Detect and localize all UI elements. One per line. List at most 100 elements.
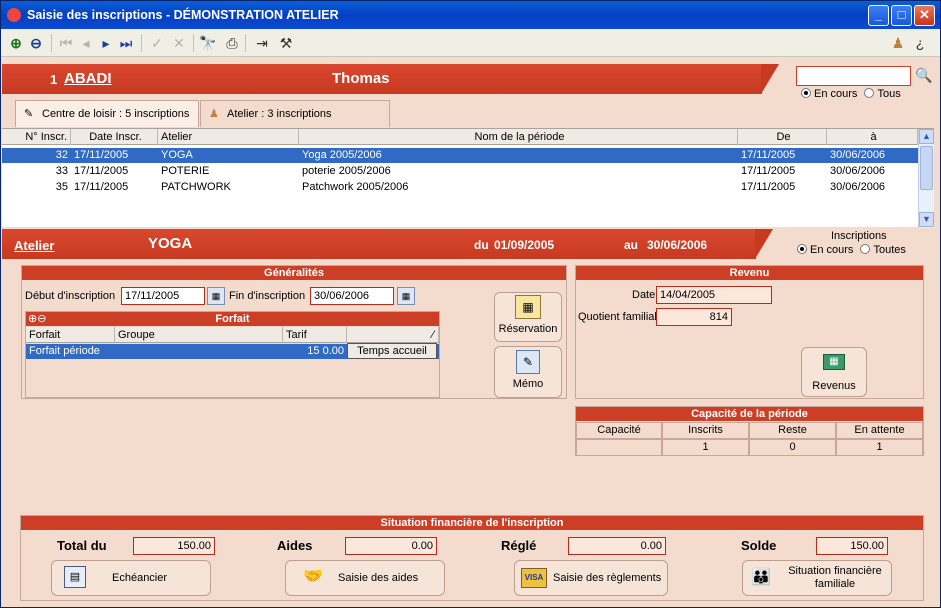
toolbar-separator — [245, 34, 246, 52]
table-row[interactable]: 35 17/11/2005 PATCHWORK Patchwork 2005/2… — [2, 180, 918, 195]
col-de[interactable]: De — [738, 129, 827, 145]
aides-input[interactable]: 0.00 — [345, 537, 437, 555]
total-input[interactable]: 150.00 — [133, 537, 215, 555]
forfait-panel: Forfait ⊕⊖ Forfait Groupe Tarif ⁄ Forfai… — [25, 311, 440, 398]
regle-input[interactable]: 0.00 — [568, 537, 666, 555]
next-record-icon[interactable]: ▸ — [97, 33, 115, 53]
atelier-name: YOGA — [148, 235, 193, 252]
col-a[interactable]: à — [827, 129, 918, 145]
col-forfait[interactable]: Forfait — [26, 327, 115, 343]
du-label: du — [474, 238, 489, 252]
reservation-button[interactable]: ▦ Réservation — [494, 292, 562, 342]
scroll-thumb[interactable] — [920, 146, 933, 190]
col-action[interactable]: ⁄ — [347, 327, 439, 343]
calculator-icon: ▦ — [823, 354, 845, 370]
validate-icon[interactable]: ✓ — [147, 33, 167, 53]
col-date[interactable]: Date Inscr. — [71, 129, 158, 145]
toolbar-separator — [141, 34, 142, 52]
family-icon: 👪 — [751, 569, 771, 586]
tools-icon[interactable]: ⚒ — [275, 33, 297, 53]
search-input[interactable] — [796, 66, 911, 86]
en-attente-value: 1 — [836, 439, 923, 456]
capacite-header: Capacité — [576, 422, 662, 439]
handshake-icon: 🤝 — [303, 568, 323, 585]
calendar-icon[interactable]: ▦ — [207, 287, 225, 305]
au-label: au — [624, 238, 639, 252]
radio-insc-current[interactable]: En cours — [797, 244, 853, 256]
person-number: 1 — [50, 72, 58, 87]
cancel-icon[interactable]: ✕ — [169, 33, 189, 53]
scroll-down-icon[interactable]: ▼ — [919, 212, 934, 227]
export-icon[interactable]: ⇥ — [251, 33, 273, 53]
col-tarif[interactable]: Tarif — [283, 327, 347, 343]
generalites-panel: Généralités Début d'inscription 17/11/20… — [21, 265, 567, 399]
search-binoculars-icon[interactable]: 🔭 — [197, 33, 219, 53]
au-date: 30/06/2006 — [647, 238, 708, 252]
table-row[interactable]: 33 17/11/2005 POTERIE poterie 2005/2006 … — [2, 164, 918, 179]
help-icon[interactable]: ¿ — [911, 33, 929, 53]
first-record-icon[interactable]: ⏮ — [57, 33, 75, 53]
solde-input[interactable]: 150.00 — [816, 537, 888, 555]
aides-label: Aides — [277, 538, 313, 553]
table-header: N° Inscr. Date Inscr. Atelier Nom de la … — [2, 129, 918, 145]
qf-label: Quotient familial — [578, 311, 657, 323]
capacite-value — [576, 439, 662, 456]
calendar-icon: ▦ — [515, 295, 541, 319]
person-icon[interactable]: ♟ — [889, 33, 907, 53]
toolbar-separator — [51, 34, 52, 52]
radio-all[interactable]: Tous — [864, 88, 901, 100]
finance-panel: Situation financière de l'inscription To… — [20, 515, 924, 601]
tab-atelier[interactable]: ♟ Atelier : 3 inscriptions — [200, 100, 390, 127]
fin-input[interactable]: 30/06/2006 — [310, 287, 394, 305]
qf-input[interactable]: 814 — [656, 308, 732, 326]
radio-insc-all[interactable]: Toutes — [860, 244, 906, 256]
add-icon[interactable]: ⊕ — [7, 33, 25, 53]
table-row[interactable]: 32 17/11/2005 YOGA Yoga 2005/2006 17/11/… — [2, 148, 918, 163]
tab-centre-loisir[interactable]: ✎ Centre de loisir : 5 inscriptions — [15, 100, 199, 127]
regle-label: Réglé — [501, 538, 537, 553]
radio-current[interactable]: En cours — [801, 88, 857, 100]
calendar-icon[interactable]: ▦ — [397, 287, 415, 305]
revenus-button[interactable]: ▦ Revenus — [801, 347, 867, 397]
forfait-empty-area — [26, 360, 439, 397]
add-icon[interactable]: ⊕ — [28, 313, 37, 325]
revenu-date-input[interactable]: 14/04/2005 — [656, 286, 772, 304]
prev-record-icon[interactable]: ◂ — [77, 33, 95, 53]
col-groupe[interactable]: Groupe — [115, 327, 283, 343]
minimize-button[interactable]: _ — [868, 5, 889, 26]
en-attente-header: En attente — [836, 422, 923, 439]
total-label: Total du — [57, 538, 107, 553]
col-num[interactable]: N° Inscr. — [2, 129, 71, 145]
print-icon[interactable]: ⎙ — [221, 33, 243, 53]
last-record-icon[interactable]: ⏭ — [117, 33, 135, 53]
person-firstname: Thomas — [332, 70, 390, 87]
revenu-date-label: Date — [632, 289, 656, 301]
person-icon: ♟ — [209, 108, 219, 120]
person-lastname-link[interactable]: ABADI — [64, 70, 112, 87]
maximize-button[interactable]: □ — [891, 5, 912, 26]
capacite-title: Capacité de la période — [576, 407, 923, 421]
debut-input[interactable]: 17/11/2005 — [121, 287, 205, 305]
col-atelier[interactable]: Atelier — [158, 129, 299, 145]
remove-icon[interactable]: ⊖ — [27, 33, 45, 53]
search-icon[interactable]: 🔍 — [914, 65, 934, 85]
saisie-aides-button[interactable]: 🤝 Saisie des aides — [285, 560, 445, 596]
atelier-link[interactable]: Atelier — [14, 238, 54, 253]
reste-header: Reste — [749, 422, 836, 439]
remove-icon[interactable]: ⊖ — [37, 313, 46, 325]
scroll-up-icon[interactable]: ▲ — [919, 129, 934, 144]
temps-accueil-button[interactable]: Temps accueil — [347, 343, 437, 359]
close-button[interactable]: ✕ — [914, 5, 935, 26]
table-scrollbar[interactable]: ▲ ▼ — [918, 129, 934, 228]
saisie-reglements-button[interactable]: VISA Saisie des règlements — [514, 560, 668, 596]
schedule-icon: ▤ — [64, 566, 86, 588]
echeancier-button[interactable]: ▤ Echéancier — [51, 560, 211, 596]
inscriptions-label: Inscriptions — [831, 230, 887, 242]
col-periode[interactable]: Nom de la période — [299, 129, 738, 145]
filter-radio-group: En cours Tous — [801, 88, 901, 100]
situation-familiale-button[interactable]: 👪 Situation financière familiale — [742, 560, 892, 596]
capacite-panel: Capacité de la période Capacité Inscrits… — [575, 406, 924, 456]
memo-button[interactable]: ✎ Mémo — [494, 346, 562, 398]
atelier-header-slant — [755, 229, 773, 259]
debut-label: Début d'inscription — [25, 290, 116, 302]
